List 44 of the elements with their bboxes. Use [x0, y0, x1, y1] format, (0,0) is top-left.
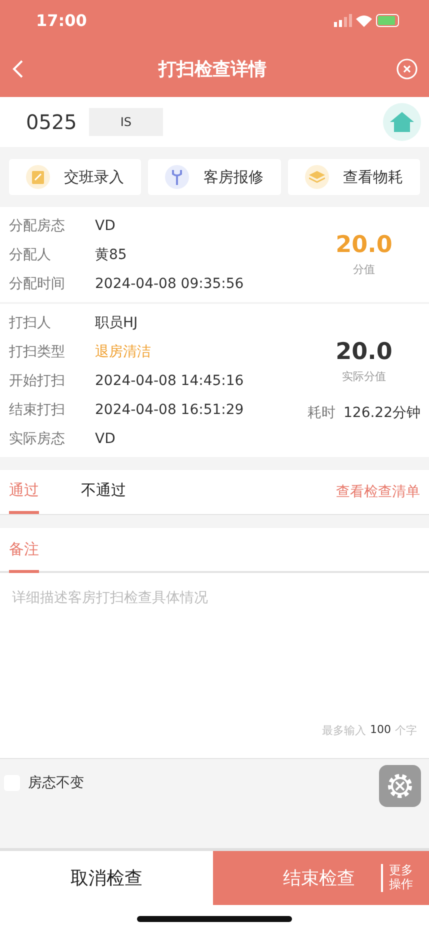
field-value: 2024-04-08 14:45:16: [95, 372, 244, 388]
field-label: 打扫类型: [9, 342, 66, 360]
clipboard-icon: [26, 165, 50, 189]
duration-value: 126.22分钟: [344, 404, 420, 422]
score-label: 实际分值: [342, 369, 386, 384]
signal-icon: [334, 14, 352, 26]
field-label: 结束打扫: [9, 400, 66, 418]
field-label: 分配时间: [9, 274, 66, 292]
field-label: 开始打扫: [9, 372, 66, 390]
page-title: 打扫检查详情: [158, 58, 266, 80]
remark-field[interactable]: 详细描述客房打扫检查具体情况: [0, 573, 429, 723]
counter-value: 100: [370, 723, 391, 738]
action-button[interactable]: 客房报修: [148, 159, 281, 195]
action-button[interactable]: 查看物耗: [288, 159, 420, 195]
score-value: 20.0: [336, 232, 392, 258]
score-label: 分值: [353, 262, 375, 277]
counter-label: 最多输入: [322, 723, 366, 738]
field-value: 2024-04-08 09:35:56: [95, 276, 244, 292]
action-button[interactable]: 交班录入: [9, 159, 142, 195]
field-label: 打扫人: [9, 314, 52, 332]
wrench-icon: [165, 165, 190, 189]
field-label: 分配房态: [9, 216, 66, 234]
checkbox-label: 房态不变: [28, 774, 84, 792]
counter-unit: 个字: [395, 723, 417, 738]
status-time: 17:00: [36, 10, 87, 30]
score-value: 20.0: [336, 339, 392, 365]
field-value: 退房清洁: [95, 342, 151, 360]
field-label: 分配人: [9, 246, 52, 264]
field-value: 黄85: [95, 246, 127, 264]
settings-icon[interactable]: [379, 765, 421, 807]
field-label: 实际房态: [9, 430, 66, 448]
field-value: 职员HJ: [95, 314, 138, 332]
field-value: VD: [95, 430, 116, 446]
result-tab[interactable]: 不通过: [81, 470, 126, 514]
room-status: IS: [88, 108, 163, 136]
layers-icon: [304, 165, 329, 189]
room-number: 0525: [26, 110, 77, 134]
duration-label: 耗时: [308, 404, 336, 422]
field-value: VD: [95, 218, 116, 234]
home-icon[interactable]: [383, 103, 421, 141]
field-value: 2024-04-08 16:51:29: [95, 402, 244, 418]
wifi-icon: [356, 14, 372, 26]
battery-icon: [376, 14, 399, 26]
close-icon[interactable]: [395, 56, 419, 80]
